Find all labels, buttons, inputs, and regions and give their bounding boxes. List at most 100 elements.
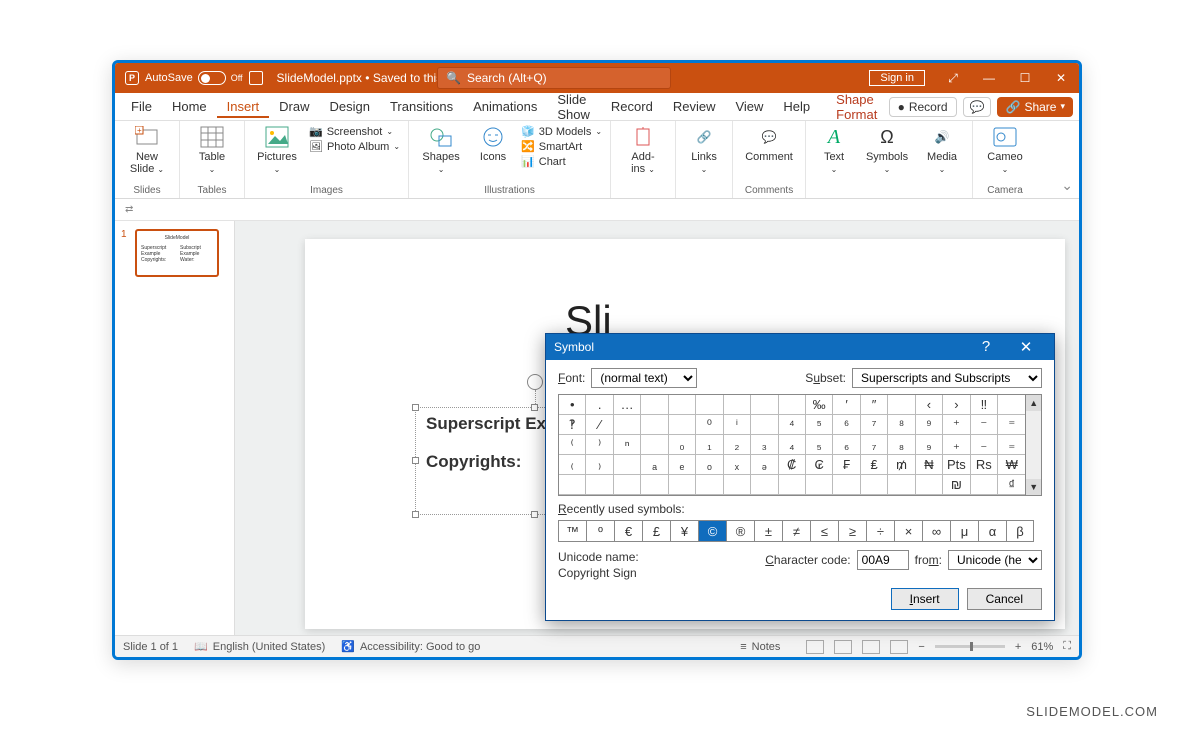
autosave-toggle[interactable]: AutoSave Off (145, 71, 243, 85)
tab-record[interactable]: Record (601, 95, 663, 118)
resize-handle[interactable] (412, 457, 419, 464)
char-cell[interactable]: ₪ (943, 475, 970, 495)
char-cell[interactable]: ‰ (806, 395, 833, 415)
accessibility-status[interactable]: ♿ Accessibility: Good to go (341, 640, 480, 653)
language-status[interactable]: 📖 English (United States) (194, 640, 325, 653)
char-cell[interactable]: ⁺ (943, 415, 970, 435)
recent-symbol-cell[interactable]: ∞ (922, 520, 950, 542)
recent-symbol-cell[interactable]: £ (642, 520, 670, 542)
char-cell[interactable]: ₐ (641, 455, 668, 475)
char-cell[interactable] (861, 475, 888, 495)
char-cell[interactable]: ₂ (724, 435, 751, 455)
scroll-down-icon[interactable]: ▼ (1026, 479, 1041, 495)
char-cell[interactable] (669, 395, 696, 415)
char-cell[interactable] (998, 395, 1025, 415)
char-cell[interactable]: ₣ (833, 455, 860, 475)
tab-draw[interactable]: Draw (269, 95, 319, 118)
char-cell[interactable]: ⁹ (916, 415, 943, 435)
char-cell[interactable] (806, 475, 833, 495)
screenshot-button[interactable]: 📷 Screenshot ⌄ (309, 125, 400, 138)
char-cell[interactable] (586, 475, 613, 495)
notes-button[interactable]: ≡ Notes (740, 641, 780, 653)
recent-symbol-cell[interactable]: ≥ (838, 520, 866, 542)
char-cell[interactable]: ₤ (861, 455, 888, 475)
char-cell[interactable]: ₩ (998, 455, 1025, 475)
resize-handle[interactable] (412, 404, 419, 411)
recent-symbol-cell[interactable]: ÷ (866, 520, 894, 542)
tab-file[interactable]: File (121, 95, 162, 118)
char-cell[interactable]: ⁶ (833, 415, 860, 435)
char-cell[interactable]: ₇ (861, 435, 888, 455)
char-cell[interactable]: ⁰ (696, 415, 723, 435)
recent-symbols-row[interactable]: ™º€£¥©®±≠≤≥÷×∞μαβ (558, 520, 1042, 542)
char-cell[interactable] (559, 475, 586, 495)
char-cell[interactable]: ⁾ (586, 435, 613, 455)
char-cell[interactable]: ₆ (833, 435, 860, 455)
char-cell[interactable] (641, 415, 668, 435)
grid-scrollbar[interactable]: ▲ ▼ (1026, 394, 1042, 496)
char-cell[interactable] (641, 475, 668, 495)
comments-button[interactable]: 💬 (963, 97, 992, 117)
dialog-titlebar[interactable]: Symbol ? ✕ (546, 334, 1054, 360)
symbols-button[interactable]: Ω Symbols⌄ (862, 125, 912, 175)
char-cell[interactable]: ₅ (806, 435, 833, 455)
recent-symbol-cell[interactable]: ¥ (670, 520, 698, 542)
recent-symbol-cell[interactable]: º (586, 520, 614, 542)
toggle-icon[interactable] (198, 71, 226, 85)
new-slide-button[interactable]: + NewSlide ⌄ (123, 125, 171, 175)
char-cell[interactable] (888, 395, 915, 415)
smartart-button[interactable]: 🔀 SmartArt (521, 140, 602, 153)
char-cell[interactable] (751, 415, 778, 435)
char-cell[interactable]: ₔ (751, 455, 778, 475)
cancel-button[interactable]: Cancel (967, 588, 1042, 610)
recent-symbol-cell[interactable]: ≤ (810, 520, 838, 542)
maximize-icon[interactable]: ☐ (1007, 63, 1043, 93)
tab-home[interactable]: Home (162, 95, 217, 118)
char-cell[interactable]: ₎ (586, 455, 613, 475)
tab-view[interactable]: View (725, 95, 773, 118)
subset-select[interactable]: Superscripts and Subscripts (852, 368, 1042, 388)
ribbon-display-icon[interactable]: ⤢ (935, 63, 971, 93)
recent-symbol-cell[interactable]: α (978, 520, 1006, 542)
char-cell[interactable] (916, 475, 943, 495)
char-cell[interactable]: ₁ (696, 435, 723, 455)
dialog-help-icon[interactable]: ? (966, 338, 1006, 356)
search-input[interactable]: 🔍 Search (Alt+Q) (437, 67, 671, 89)
char-cell[interactable]: ⁄ (586, 415, 613, 435)
recent-symbol-cell[interactable]: μ (950, 520, 978, 542)
char-cell[interactable]: ⁴ (779, 415, 806, 435)
zoom-slider[interactable] (935, 645, 1005, 648)
char-cell[interactable] (971, 475, 998, 495)
char-cell[interactable]: ₥ (888, 455, 915, 475)
charcode-input[interactable] (857, 550, 909, 570)
char-cell[interactable] (696, 475, 723, 495)
char-cell[interactable]: … (614, 395, 641, 415)
char-cell[interactable]: ₃ (751, 435, 778, 455)
font-select[interactable]: (normal text) (591, 368, 697, 388)
char-cell[interactable]: ⁽ (559, 435, 586, 455)
text-button[interactable]: A Text⌄ (814, 125, 854, 175)
view-sorter-icon[interactable] (834, 640, 852, 654)
char-cell[interactable] (779, 475, 806, 495)
tab-shape-format[interactable]: Shape Format (826, 88, 888, 126)
tab-help[interactable]: Help (773, 95, 820, 118)
recent-symbol-cell[interactable]: β (1006, 520, 1034, 542)
char-cell[interactable]: ₦ (916, 455, 943, 475)
view-reading-icon[interactable] (862, 640, 880, 654)
record-button[interactable]: ● Record (889, 97, 957, 117)
char-cell[interactable] (669, 475, 696, 495)
char-cell[interactable]: ′ (833, 395, 860, 415)
char-cell[interactable]: ₡ (779, 455, 806, 475)
char-cell[interactable]: ₌ (998, 435, 1025, 455)
rotate-handle-icon[interactable] (527, 374, 543, 390)
share-button[interactable]: 🔗 Share ▾ (997, 97, 1073, 117)
tab-transitions[interactable]: Transitions (380, 95, 463, 118)
comment-button[interactable]: 💬 Comment (741, 125, 797, 163)
dialog-close-icon[interactable]: ✕ (1006, 338, 1046, 356)
char-cell[interactable]: • (559, 395, 586, 415)
char-cell[interactable] (751, 475, 778, 495)
char-cell[interactable] (751, 395, 778, 415)
char-cell[interactable]: ⁷ (861, 415, 888, 435)
char-cell[interactable] (614, 455, 641, 475)
char-cell[interactable] (779, 395, 806, 415)
